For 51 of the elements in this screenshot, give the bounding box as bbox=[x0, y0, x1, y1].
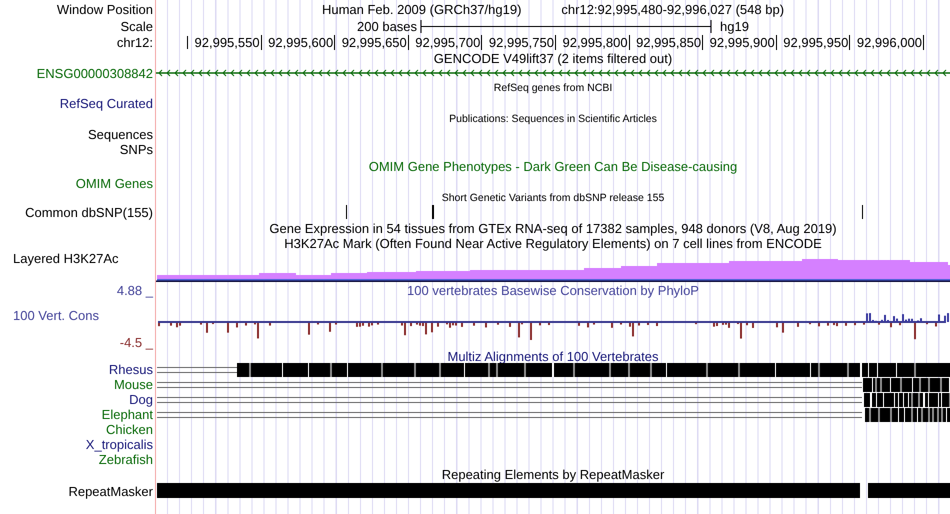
snp-mark[interactable] bbox=[346, 205, 347, 219]
snp-mark[interactable] bbox=[862, 205, 863, 219]
track-label[interactable]: 100 Vert. Cons bbox=[0, 298, 155, 323]
ruler-tick-label: 92,995,950 bbox=[776, 35, 850, 50]
axis-min-label: -4.5 _ bbox=[118, 334, 154, 350]
track-title: Repeating Elements by RepeatMasker bbox=[442, 467, 664, 482]
axis-max-label: 4.88 _ bbox=[116, 282, 153, 298]
ruler-tick-label: 92,995,900 bbox=[703, 35, 777, 50]
ruler-tick-label: 92,995,600 bbox=[262, 35, 336, 50]
row-label: chr12: bbox=[116, 35, 153, 50]
species-label[interactable]: Elephant bbox=[102, 407, 153, 422]
species-label[interactable]: Mouse bbox=[114, 377, 153, 392]
track-title: H3K27Ac Mark (Often Found Near Active Regulatory Elements) on 7 cell lines from ENCODE bbox=[284, 236, 822, 250]
track-title: Publications: Sequences in Scientific Articles bbox=[449, 113, 657, 125]
track-title: 100 vertebrates Basewise Conservation by PhyloP bbox=[407, 282, 699, 298]
ruler-tick-label: 92,995,700 bbox=[408, 35, 482, 50]
species-label[interactable]: Chicken bbox=[106, 422, 153, 437]
track-title: RefSeq genes from NCBI bbox=[494, 82, 612, 94]
track-label[interactable]: Sequences bbox=[88, 127, 153, 142]
track-title: GENCODE V49lift37 (2 items filtered out) bbox=[434, 51, 672, 66]
track-title: Short Genetic Variants from dbSNP release 155 bbox=[442, 192, 664, 204]
species-label[interactable]: Dog bbox=[129, 392, 153, 407]
snp-mark[interactable] bbox=[432, 205, 434, 219]
repeat-element-bar[interactable] bbox=[157, 483, 860, 498]
species-label[interactable]: Rhesus bbox=[108, 362, 153, 377]
scale-assembly: hg19 bbox=[720, 18, 749, 34]
track-label[interactable]: OMIM Genes bbox=[76, 176, 153, 190]
ruler-tick-label: 92,996,000 bbox=[850, 35, 924, 50]
track-title: Multiz Alignments of 100 Vertebrates bbox=[447, 348, 658, 364]
scale-length: 200 bases bbox=[357, 18, 418, 34]
track-title: Gene Expression in 54 tissues from GTEx RNA-seq of 17382 samples, 948 donors (V8, Aug 2019) bbox=[269, 220, 837, 236]
assembly-title: Human Feb. 2009 (GRCh37/hg19) bbox=[322, 2, 522, 16]
ruler-tick-label: 92,995,850 bbox=[630, 35, 704, 50]
ruler-tick-label: 92,995,800 bbox=[556, 35, 630, 50]
ruler-tick-label: 92,995,650 bbox=[335, 35, 409, 50]
species-label[interactable]: X_tropicalis bbox=[86, 437, 153, 452]
species-label[interactable]: Zebrafish bbox=[98, 452, 153, 467]
ruler-tick-label: 92,995,550 bbox=[188, 35, 262, 50]
row-label: Scale bbox=[120, 18, 153, 34]
position-text: chr12:92,995,480-92,996,027 (548 bp) bbox=[561, 2, 784, 16]
row-label: Window Position bbox=[56, 2, 153, 16]
gene-strand-drawing[interactable] bbox=[156, 70, 950, 76]
ruler-tick-label: 92,995,750 bbox=[482, 35, 556, 50]
repeat-element-bar[interactable] bbox=[868, 483, 950, 498]
track-label[interactable]: RepeatMasker bbox=[68, 484, 153, 498]
track-label[interactable]: Layered H3K27Ac bbox=[13, 251, 119, 266]
gene-label[interactable]: ENSG00000308842 bbox=[36, 66, 153, 80]
track-label[interactable]: RefSeq Curated bbox=[60, 96, 153, 111]
track-title: OMIM Gene Phenotypes - Dark Green Can Be Disease-causing bbox=[368, 159, 738, 174]
track-label[interactable]: Common dbSNP(155) bbox=[25, 205, 153, 220]
track-label[interactable]: SNPs bbox=[120, 142, 153, 157]
